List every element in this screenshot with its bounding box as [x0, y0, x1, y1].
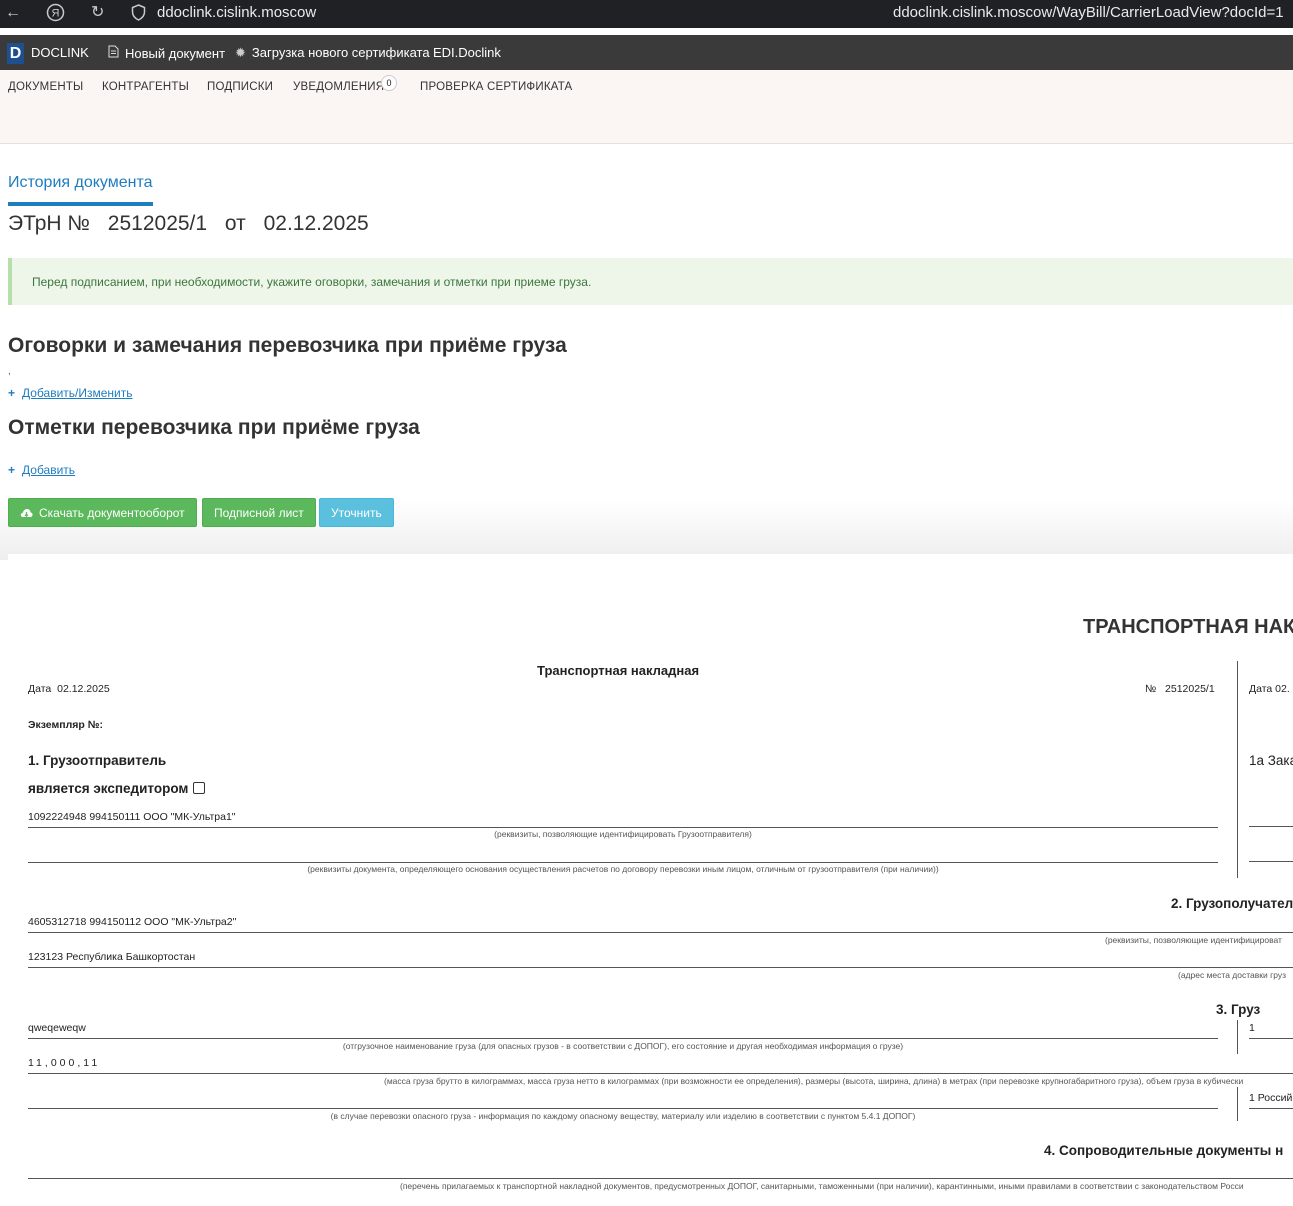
remarks-heading: Оговорки и замечания перевозчика при при…: [8, 334, 567, 357]
document-icon: [108, 45, 119, 61]
clarify-button[interactable]: Уточнить: [319, 498, 394, 527]
svg-text:Я: Я: [52, 8, 60, 20]
number-value: 2512025/1: [1165, 683, 1215, 695]
url-host[interactable]: ddoclink.cislink.moscow: [157, 4, 316, 21]
cargo-caption: (отгрузочное наименование груза (для опа…: [342, 1041, 904, 1051]
upload-certificate-label: Загрузка нового сертификата: [251, 45, 430, 60]
number-label: №: [1145, 683, 1157, 695]
url-full[interactable]: ddoclink.cislink.moscow/WayBill/CarrierL…: [893, 4, 1284, 21]
gear-icon: ✹: [235, 45, 246, 60]
nav-notifications[interactable]: УВЕДОМЛЕНИЯ: [293, 81, 384, 93]
shipper-caption: (реквизиты, позволяющие идентифицировать…: [494, 829, 752, 839]
number-row: № 2512025/1: [1145, 683, 1215, 695]
customer-underline-1: [1249, 826, 1293, 827]
upload-certificate-link[interactable]: ✹ Загрузка нового сертификата: [235, 45, 430, 60]
arrow-left-icon[interactable]: ←: [5, 3, 21, 23]
shipper-heading: 1. Грузоотправитель: [28, 753, 167, 768]
accompanying-docs-underline: [28, 1178, 1293, 1179]
info-alert: Перед подписанием, при необходимости, ук…: [8, 258, 1293, 305]
column-divider: [1237, 661, 1238, 878]
shipper-underline: [28, 827, 1218, 828]
cargo-name-value: qweqeweqw: [28, 1022, 86, 1034]
doc-number: 2512025/1: [107, 212, 208, 235]
nav-contractors[interactable]: КОНТРАГЕНТЫ: [102, 81, 189, 93]
address-caption: (адрес места доставки груз: [1178, 970, 1286, 980]
cargo-heading: 3. Груз: [1216, 1002, 1261, 1017]
add-label: Добавить: [22, 463, 76, 477]
tab-history[interactable]: История документа: [8, 174, 153, 192]
consignee-underline: [28, 932, 1293, 933]
tab-underline: [8, 202, 153, 206]
consignee-caption: (реквизиты, позволяющие идентифицироват: [1105, 935, 1282, 945]
add-change-label: Добавить/Изменить: [22, 386, 133, 400]
plus-icon: +: [8, 463, 16, 477]
consignee-value: 4605312718 994150112 ООО "МК-Ультра2": [28, 916, 237, 928]
cargo-right-value: 1: [1249, 1022, 1255, 1034]
browser-toolbar: ← Я ↻ ddoclink.cislink.moscow ddoclink.c…: [0, 0, 1293, 28]
country-underline: [1249, 1108, 1293, 1109]
cloud-download-icon: [20, 501, 33, 529]
address-underline: [28, 967, 1293, 968]
mass-underline: [28, 1073, 1293, 1074]
signature-sheet-button[interactable]: Подписной лист: [202, 498, 316, 527]
waybill-main-title: ТРАНСПОРТНАЯ НАК: [1083, 616, 1293, 638]
nav-documents[interactable]: ДОКУМЕНТЫ: [8, 81, 83, 93]
mass-caption: (масса груза брутто в килограммах, масса…: [384, 1076, 1244, 1086]
country-divider: [1237, 1087, 1238, 1121]
add-change-remarks-link[interactable]: + Добавить/Изменить: [8, 386, 133, 400]
shield-icon: [131, 4, 146, 27]
cargo-right-underline: [1249, 1038, 1293, 1039]
alert-text: Перед подписанием, при необходимости, ук…: [32, 275, 592, 289]
marks-heading: Отметки перевозчика при приёме груза: [8, 416, 420, 439]
cargo-divider: [1237, 1020, 1238, 1054]
title-from: от: [224, 212, 246, 235]
shipper-value: 1092224948 994150111 ООО "МК-Ультра1": [28, 811, 236, 823]
customer-underline-2: [1249, 861, 1293, 862]
add-marks-link[interactable]: + Добавить: [8, 463, 75, 477]
customer-heading: 1а Зака: [1249, 753, 1293, 768]
notifications-badge: 0: [381, 75, 397, 91]
doc-date: 02.12.2025: [263, 212, 369, 235]
logo[interactable]: D: [7, 43, 24, 64]
accompanying-docs-heading: 4. Сопроводительные документы н: [1044, 1143, 1284, 1158]
main-nav: ДОКУМЕНТЫ КОНТРАГЕНТЫ ПОДПИСКИ УВЕДОМЛЕН…: [0, 70, 1293, 144]
date-row: Дата 02.12.2025: [28, 683, 110, 695]
consignee-heading: 2. Грузополучател: [1171, 896, 1293, 911]
address-value: 123123 Республика Башкортостан: [28, 951, 196, 963]
plus-icon: +: [8, 386, 16, 400]
nav-check-certificate[interactable]: ПРОВЕРКА СЕРТИФИКАТА: [420, 81, 572, 93]
download-workflow-label: Скачать документооборот: [39, 506, 185, 520]
accompanying-docs-caption: (перечень прилагаемых к транспортной нак…: [400, 1181, 1244, 1191]
forwarder-row: является экспедитором: [28, 781, 206, 796]
right-country: 1 Россий: [1249, 1092, 1293, 1104]
forwarder-checkbox[interactable]: [193, 782, 206, 794]
waybill-document: ТРАНСПОРТНАЯ НАК Транспортная накладная …: [8, 554, 1293, 1206]
download-workflow-button[interactable]: Скачать документооборот: [8, 498, 197, 527]
cargo-name-underline: [28, 1038, 1218, 1039]
date-label: Дата: [28, 683, 52, 695]
app-header: D DOCLINK Новый документ ✹ Загрузка новог…: [0, 35, 1293, 70]
dangerous-underline: [28, 1108, 1218, 1109]
right-date: Дата 02.: [1249, 683, 1290, 695]
mass-value: 11,000,11: [28, 1057, 101, 1069]
edi-link[interactable]: EDI.Doclink: [433, 45, 501, 60]
remarks-value: ,: [8, 366, 11, 377]
waybill-subtitle: Транспортная накладная: [537, 663, 700, 678]
forwarder-label: является экспедитором: [28, 781, 189, 796]
new-document-link[interactable]: Новый документ: [108, 45, 225, 61]
dangerous-caption: (в случае перевозки опасного груза - инф…: [330, 1111, 916, 1121]
copy-number-label: Экземпляр №:: [28, 719, 103, 731]
title-prefix: ЭТрН №: [8, 212, 90, 235]
payment-doc-caption: (реквизиты документа, определяющего осно…: [307, 864, 939, 874]
reload-icon[interactable]: ↻: [91, 3, 104, 23]
payment-doc-underline: [28, 862, 1218, 863]
date-value: 02.12.2025: [57, 683, 110, 695]
brand-link[interactable]: DOCLINK: [31, 45, 89, 60]
new-document-label: Новый документ: [125, 46, 226, 61]
nav-subscriptions[interactable]: ПОДПИСКИ: [207, 81, 273, 93]
page-title: ЭТрН № 2512025/1 от 02.12.2025: [8, 212, 381, 236]
yandex-icon[interactable]: Я: [46, 3, 65, 28]
